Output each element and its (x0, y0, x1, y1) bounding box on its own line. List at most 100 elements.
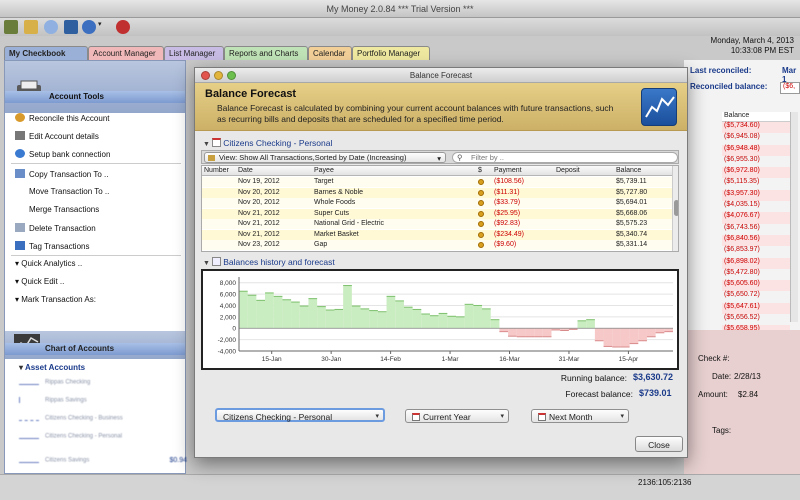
x-tick-label: 15-Jan (262, 356, 282, 363)
tab-calendar[interactable]: Calendar (308, 46, 352, 60)
date-value[interactable]: 2/28/13 (734, 372, 761, 381)
balance-row[interactable]: ($5,647.61) (722, 302, 790, 315)
tab-account-manager[interactable]: Account Manager (88, 46, 164, 60)
balance-row[interactable]: ($4,076.67) (722, 212, 790, 224)
balance-row[interactable]: ($6,945.08) (722, 133, 790, 144)
tab-reports-and-charts[interactable]: Reports and Charts (224, 46, 308, 60)
table-row[interactable]: Nov 20, 2012 Whole Foods ($33.79) $5,694.01 (202, 198, 672, 208)
table-row[interactable]: Nov 23, 2012 Gap ($9.60) $5,331.14 (202, 240, 672, 250)
cleared-status-icon[interactable] (478, 242, 484, 248)
balance-row[interactable]: ($4,035.15) (722, 201, 790, 212)
balance-bar (534, 328, 543, 337)
sidebar-item-edit-account[interactable]: Edit Account details (15, 131, 99, 141)
dropdown-arrow-icon[interactable]: ▾ (98, 20, 106, 34)
sidebar-item-reconcile[interactable]: Reconcile this Account (15, 113, 110, 123)
chevron-down-icon: ▾ (375, 413, 379, 420)
balance-bar (499, 328, 509, 332)
sidebar-item-mark-transaction[interactable]: ▾ Mark Transaction As: (15, 295, 96, 304)
balance-bar (395, 300, 404, 329)
balance-row[interactable]: ($6,840.56) (722, 234, 790, 247)
cell-payee: Gap (314, 241, 328, 248)
balance-bar (360, 308, 370, 329)
balance-row[interactable]: ($6,743.56) (722, 224, 790, 235)
col-number[interactable]: Number (204, 167, 229, 174)
balance-row[interactable]: ($5,605.60) (722, 280, 790, 292)
sidebar-item-delete-transaction[interactable]: Delete Transaction (15, 223, 96, 233)
balance-bar (351, 306, 361, 329)
sidebar-item-bank-connection[interactable]: Setup bank connection (15, 149, 110, 159)
col-date[interactable]: Date (238, 167, 253, 174)
cell-payee: Barnes & Noble (314, 188, 364, 196)
account-row[interactable]: Citizens Checking - Business (19, 415, 123, 422)
balance-row[interactable]: ($5,734.60) (722, 122, 790, 134)
balance-row[interactable]: ($6,853.97) (722, 246, 790, 257)
balance-bar (273, 296, 283, 329)
account-row[interactable]: Rippas Checking (19, 379, 90, 386)
forecast-chart-icon (641, 88, 677, 126)
sidebar-item-quick-edit[interactable]: ▾ Quick Edit .. (15, 277, 64, 286)
balance-row[interactable]: ($6,955.30) (722, 156, 790, 167)
home-icon[interactable] (4, 20, 18, 34)
close-button[interactable]: Close (635, 436, 683, 452)
table-row[interactable]: Nov 21, 2012 Market Basket ($234.49) $5,340… (202, 229, 672, 240)
balance-row[interactable]: ($5,650.72) (722, 291, 790, 302)
view-select[interactable]: View: Show All Transactions,Sorted by Da… (204, 152, 446, 163)
chart-section-title[interactable]: ▼ Balances history and forecast (203, 257, 335, 267)
period-select[interactable]: Current Year ▾ (405, 409, 509, 423)
account-row[interactable]: Citizens Savings $0.94 (19, 457, 187, 464)
cleared-status-icon[interactable] (478, 231, 484, 238)
settings-gear-icon[interactable] (116, 20, 130, 34)
account-select[interactable]: Citizens Checking - Personal ▾ (215, 408, 385, 422)
bills-icon[interactable] (24, 20, 38, 34)
sidebar-item-move-transaction[interactable]: Move Transaction To .. (15, 187, 109, 196)
tab-my-checkbook[interactable]: My Checkbook (4, 46, 88, 60)
scrollbar-thumb[interactable] (674, 200, 678, 216)
balance-bar (620, 328, 630, 348)
filter-input[interactable]: ⚲ Filter by .. (452, 152, 678, 163)
main-titlebar: My Money 2.0.84 *** Trial Version *** (0, 0, 800, 18)
col-balance[interactable]: Balance (616, 167, 641, 174)
chart-icon[interactable] (64, 20, 78, 34)
cleared-status-icon[interactable] (478, 179, 484, 185)
balance-row[interactable]: ($3,957.30) (722, 189, 790, 202)
cleared-status-icon[interactable] (478, 200, 484, 206)
account-section-title[interactable]: ▼ Citizens Checking - Personal (203, 138, 332, 148)
sidebar-item-quick-analytics[interactable]: ▾ Quick Analytics .. (15, 259, 82, 268)
col-dollar[interactable]: $ (478, 167, 482, 174)
clock-icon[interactable] (82, 20, 96, 34)
range-select[interactable]: Next Month ▾ (531, 409, 629, 423)
cleared-status-icon[interactable] (478, 221, 484, 227)
running-balance-label: Running balance: (560, 373, 627, 383)
sidebar-item-tag-transactions[interactable]: Tag Transactions (15, 241, 89, 251)
tab-portfolio-manager[interactable]: Portfolio Manager (352, 46, 430, 60)
balance-row[interactable]: ($6,948.48) (722, 144, 790, 156)
cleared-status-icon[interactable] (478, 210, 484, 217)
balance-row[interactable]: ($6,972.80) (722, 167, 790, 179)
table-row[interactable]: Nov 21, 2012 National Grid - Electric ($92… (202, 219, 672, 229)
balance-row[interactable]: ($5,656.52) (722, 314, 790, 325)
table-row[interactable]: Nov 21, 2012 Super Cuts ($25.95) $5,668.06 (202, 208, 672, 219)
tab-list-manager[interactable]: List Manager (164, 46, 224, 60)
sidebar-item-copy-transaction[interactable]: Copy Transaction To .. (15, 169, 108, 179)
col-deposit[interactable]: Deposit (556, 167, 580, 174)
account-row[interactable]: Citizens Checking - Personal (19, 433, 122, 440)
cell-payment: ($25.95) (494, 209, 521, 217)
balance-row[interactable]: ($5,472.80) (722, 269, 790, 280)
col-payment[interactable]: Payment (494, 167, 522, 174)
cleared-status-icon[interactable] (478, 189, 484, 196)
balance-forecast-dialog: Balance Forecast Balance Forecast Balanc… (194, 67, 688, 458)
table-row[interactable]: Nov 20, 2012 Barnes & Noble ($11.31) $5,727… (202, 187, 672, 198)
table-scrollbar[interactable] (672, 166, 678, 251)
amount-value[interactable]: $2.84 (738, 390, 758, 399)
register-scrollbar[interactable] (790, 112, 798, 322)
asset-accounts-header[interactable]: ▾ Asset Accounts (19, 363, 85, 372)
sidebar-item-merge-transactions[interactable]: Merge Transactions (15, 205, 99, 214)
balance-row[interactable]: ($5,115.35) (722, 178, 790, 189)
balance-column-header[interactable]: Balance (722, 112, 790, 122)
col-payee[interactable]: Payee (314, 167, 334, 174)
table-row[interactable]: Nov 19, 2012 Target ($108.56) $5,739.11 (202, 177, 672, 187)
cell-date: Nov 23, 2012 (238, 241, 280, 248)
account-row[interactable]: Rippas Savings (19, 397, 87, 404)
balance-row[interactable]: ($6,898.02) (722, 257, 790, 269)
search-icon[interactable] (44, 20, 58, 34)
